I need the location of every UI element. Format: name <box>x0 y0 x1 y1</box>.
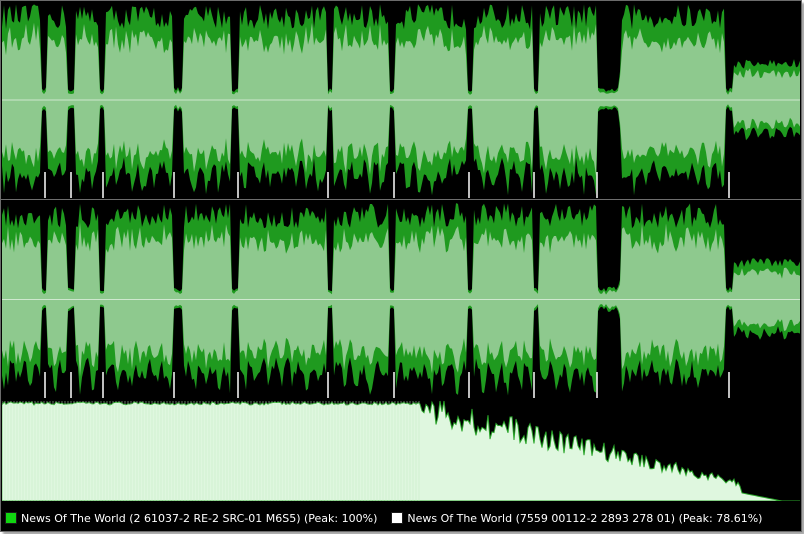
track2-label: News Of The World (7559 00112-2 2893 278… <box>407 511 763 525</box>
spectrum-svg <box>2 400 800 501</box>
waveform-left-svg <box>2 4 800 198</box>
spectrum-panel <box>2 399 800 501</box>
track2-color-swatch <box>391 512 404 524</box>
waveform-channel-left <box>2 2 800 198</box>
channel-divider <box>1 199 801 200</box>
legend-bar: News Of The World (2 61037-2 RE-2 SRC-01… <box>1 505 801 531</box>
legend-item-track1: News Of The World (2 61037-2 RE-2 SRC-01… <box>5 512 377 525</box>
legend-item-track2: News Of The World (7559 00112-2 2893 278… <box>391 512 762 525</box>
waveform-right-svg <box>2 203 800 398</box>
track1-label: News Of The World (2 61037-2 RE-2 SRC-01… <box>21 511 378 525</box>
waveform-channel-right <box>2 201 800 398</box>
track1-color-swatch <box>5 512 17 524</box>
waveform-comparison-window: News Of The World (2 61037-2 RE-2 SRC-01… <box>0 0 802 532</box>
